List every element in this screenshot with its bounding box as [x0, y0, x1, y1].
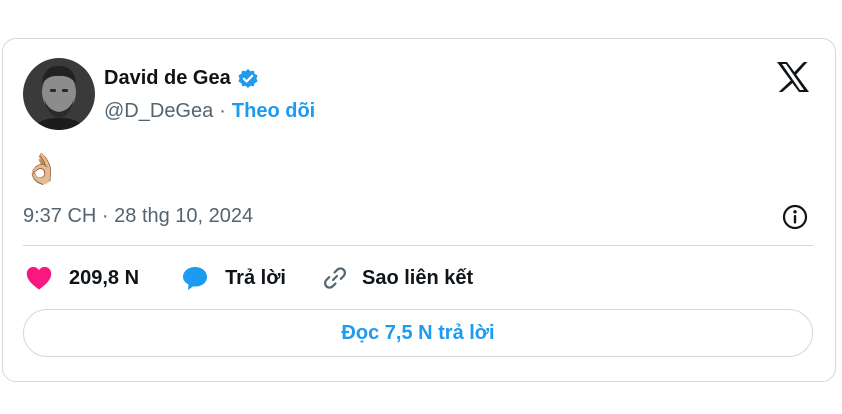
copy-link-button[interactable]: Sao liên kết — [322, 265, 473, 291]
copy-link-label: Sao liên kết — [361, 266, 474, 289]
reply-button[interactable]: Trả lời — [181, 265, 286, 291]
author-handle[interactable]: @D_DeGea — [104, 100, 213, 123]
reply-label: Trả lời — [225, 266, 286, 289]
speech-bubble-icon — [181, 265, 209, 291]
author-name[interactable]: David de Gea — [104, 67, 231, 90]
divider — [23, 245, 813, 246]
x-logo-icon[interactable] — [775, 61, 811, 93]
info-icon[interactable] — [781, 203, 809, 231]
tweet-timestamp[interactable]: 9:37 CH · 28 thg 10, 2024 — [23, 205, 253, 228]
tweet-text: 👌🏼 — [23, 153, 61, 186]
tweet-embed-card: David de Gea @D_DeGea · Theo dõi 👌🏼 9:37… — [2, 38, 836, 382]
link-icon — [322, 265, 348, 291]
heart-icon — [25, 265, 53, 291]
like-button[interactable]: 209,8 N — [25, 265, 139, 291]
verified-badge-icon — [237, 68, 259, 90]
avatar[interactable] — [23, 58, 95, 130]
author-name-row: David de Gea — [104, 67, 259, 90]
read-replies-button[interactable]: Đọc 7,5 N trả lời — [23, 309, 813, 357]
author-handle-row: @D_DeGea · Theo dõi — [104, 100, 315, 123]
like-count: 209,8 N — [69, 266, 140, 289]
follow-button[interactable]: Theo dõi — [232, 100, 315, 123]
avatar-image — [23, 58, 95, 130]
action-bar: 209,8 N Trả lời Sao liên kết — [25, 265, 473, 291]
separator-dot: · — [219, 100, 226, 122]
